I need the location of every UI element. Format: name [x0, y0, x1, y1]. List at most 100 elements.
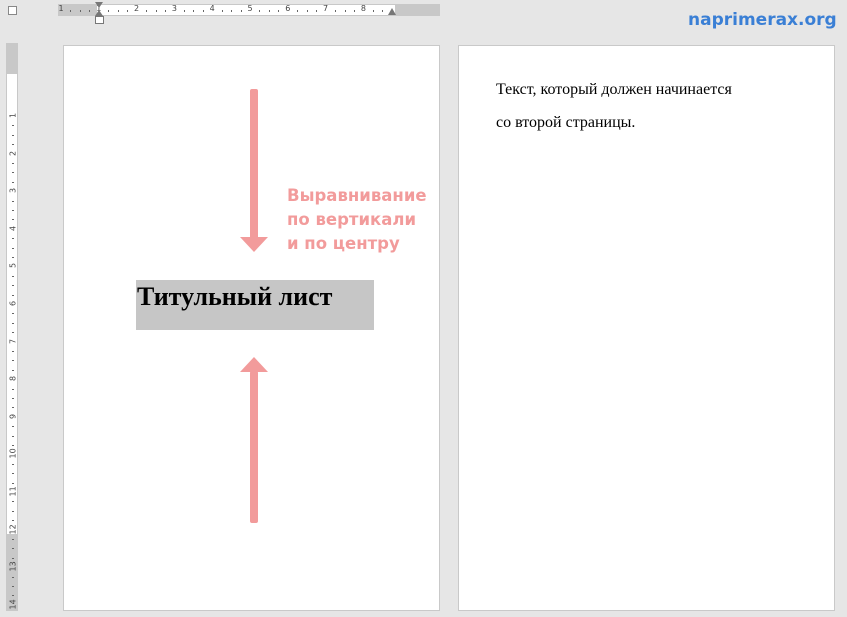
- ruler-tick: [12, 548, 14, 550]
- ruler-tick: [12, 539, 14, 540]
- ruler-number: 3: [171, 4, 177, 13]
- annotation-line: по вертикали: [287, 210, 417, 229]
- vertical-ruler[interactable]: 1 2 3 4 5 6 7 8 9 10 11 12 13 14: [6, 43, 18, 611]
- ruler-tick: [12, 595, 14, 597]
- ruler-tick: [240, 10, 242, 12]
- ruler-number: 8: [360, 4, 366, 13]
- ruler-number: 11: [8, 486, 18, 497]
- first-line-indent-marker[interactable]: [95, 2, 103, 8]
- ruler-tick: [12, 144, 14, 146]
- ruler-number: 6: [285, 4, 291, 13]
- ruler-tick: [155, 10, 157, 12]
- annotation-line: Выравнивание: [287, 186, 427, 205]
- ruler-tick: [202, 10, 204, 12]
- ruler-tick: [12, 510, 14, 512]
- ruler-number: 1: [8, 112, 18, 119]
- ruler-tick: [297, 10, 299, 12]
- ruler-number: 2: [134, 4, 140, 13]
- ruler-tick: [372, 10, 374, 12]
- ruler-tick: [268, 10, 270, 12]
- ruler-tick: [382, 10, 384, 12]
- ruler-tick: [231, 10, 233, 12]
- site-watermark: naprimerax.org: [688, 10, 837, 30]
- ruler-tick: [12, 407, 14, 409]
- ruler-number: 7: [8, 338, 18, 344]
- ruler-tick: [70, 10, 72, 12]
- ruler-tick: [12, 238, 14, 240]
- ruler-tick: [221, 10, 223, 12]
- ruler-tick: [12, 210, 14, 211]
- ruler-tick: [12, 482, 14, 484]
- ruler-tick: [12, 200, 14, 202]
- ruler-number: 3: [8, 188, 18, 194]
- paragraph-line[interactable]: Текст, который должен начинается: [496, 73, 732, 106]
- tab-selector-button[interactable]: [8, 6, 17, 15]
- ruler-number: 10: [8, 448, 18, 459]
- ruler-tick: [12, 520, 14, 522]
- ruler-number: 1: [58, 4, 64, 13]
- ruler-number: 6: [8, 300, 18, 307]
- ruler-tick: [12, 257, 14, 258]
- left-indent-marker[interactable]: [95, 16, 104, 24]
- ruler-number: 5: [247, 4, 253, 13]
- ruler-number: 9: [8, 413, 18, 419]
- ruler-tick: [146, 10, 148, 12]
- ruler-number: 8: [8, 376, 18, 382]
- arrow-down-icon: [240, 237, 268, 252]
- ruler-tick: [12, 313, 14, 315]
- ruler-tick: [12, 369, 14, 371]
- ruler-number: 14: [8, 599, 18, 610]
- ruler-tick: [12, 125, 14, 127]
- ruler-tick: [12, 219, 14, 221]
- ruler-tick: [12, 172, 14, 174]
- ruler-tick: [306, 10, 308, 12]
- ruler-tick: [12, 351, 14, 352]
- arrow-down-shaft: [250, 89, 258, 241]
- ruler-tick: [164, 10, 166, 12]
- ruler-number: 4: [8, 225, 18, 231]
- arrow-up-icon: [240, 357, 268, 372]
- ruler-tick: [117, 10, 119, 12]
- ruler-tick: [12, 247, 14, 249]
- ruler-tick: [89, 10, 91, 12]
- ruler-tick: [12, 285, 14, 287]
- title-page-heading[interactable]: Титульный лист: [137, 282, 332, 312]
- ruler-left-margin: [59, 5, 97, 15]
- arrow-up-shaft: [250, 371, 258, 523]
- ruler-tick: [12, 332, 14, 334]
- ruler-tick: [12, 294, 14, 296]
- right-indent-marker[interactable]: [388, 8, 396, 15]
- annotation-line: и по центру: [287, 234, 400, 253]
- ruler-tick: [183, 10, 185, 12]
- ruler-tick: [278, 10, 280, 12]
- ruler-tick: [193, 10, 195, 12]
- ruler-tick: [12, 163, 14, 164]
- paragraph-line[interactable]: со второй страницы.: [496, 106, 732, 139]
- ruler-tick: [344, 10, 346, 12]
- ruler-tick: [12, 586, 14, 587]
- ruler-tick: [353, 10, 355, 12]
- ruler-tick: [12, 576, 14, 578]
- ruler-tick: [12, 473, 14, 475]
- ruler-number: 13: [8, 561, 18, 572]
- alignment-annotation: Выравнивание по вертикали и по центру: [287, 184, 427, 256]
- ruler-tick: [12, 360, 14, 362]
- ruler-tick: [12, 322, 14, 324]
- horizontal-ruler[interactable]: 112345678: [58, 4, 440, 16]
- ruler-tick: [12, 426, 14, 428]
- page-2[interactable]: Текст, который должен начинается со втор…: [458, 45, 835, 611]
- ruler-tick: [12, 388, 14, 390]
- page-2-body-text[interactable]: Текст, который должен начинается со втор…: [496, 73, 732, 139]
- ruler-number: 2: [8, 150, 18, 156]
- ruler-tick: [79, 10, 81, 12]
- ruler-number: 7: [323, 4, 329, 13]
- ruler-number: 12: [8, 523, 18, 535]
- page-1[interactable]: Выравнивание по вертикали и по центру Ти…: [63, 45, 440, 611]
- ruler-tick: [316, 10, 318, 12]
- ruler-tick: [12, 181, 14, 183]
- ruler-tick: [108, 10, 110, 12]
- ruler-tick: [127, 10, 129, 12]
- ruler-tick: [12, 445, 14, 446]
- ruler-tick: [12, 435, 14, 437]
- ruler-number: 4: [209, 4, 215, 13]
